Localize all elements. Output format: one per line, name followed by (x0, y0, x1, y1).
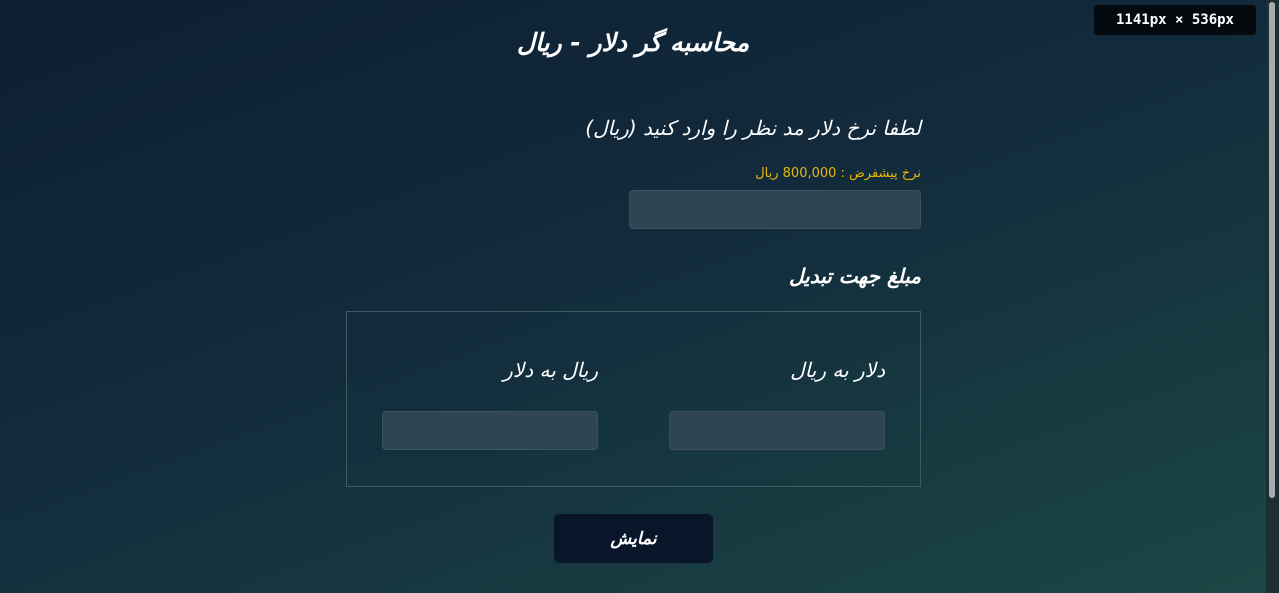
rial-to-usd-label: ریال به دلار (503, 358, 598, 382)
converter-box (346, 311, 921, 487)
page-title: محاسبه گر دلار - ریال (516, 28, 750, 57)
vertical-scrollbar[interactable] (1266, 0, 1279, 593)
show-button[interactable]: نمایش (554, 514, 713, 563)
scrollbar-thumb[interactable] (1269, 2, 1275, 498)
usd-amount-input[interactable] (669, 411, 885, 450)
usd-to-rial-label: دلار به ریال (790, 358, 885, 382)
rate-hint: نرخ پیشفرض : 800,000 ریال (755, 166, 921, 181)
rate-label: لطفا نرخ دلار مد نظر را وارد کنید (ریال) (585, 116, 921, 140)
conversion-section-label: مبلغ جهت تبدیل (789, 264, 921, 288)
dollar-rate-input[interactable] (629, 190, 921, 229)
rial-amount-input[interactable] (382, 411, 598, 450)
